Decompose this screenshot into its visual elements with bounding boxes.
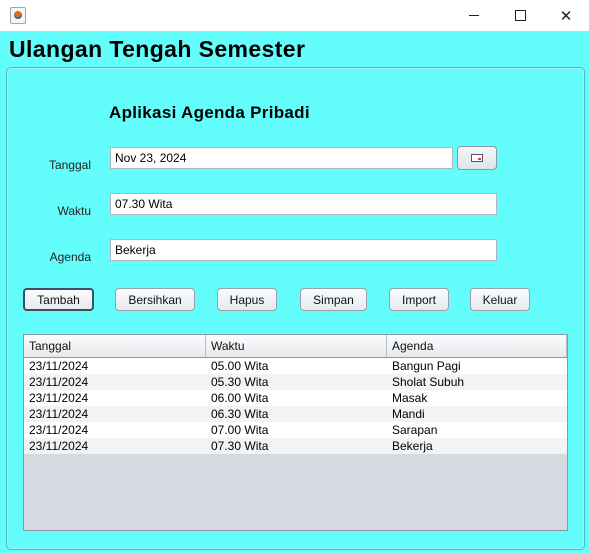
- cell-tanggal: 23/11/2024: [29, 439, 89, 453]
- table-row[interactable]: 23/11/2024 06.00 Wita Masak: [24, 390, 567, 406]
- import-button[interactable]: Import: [389, 288, 449, 311]
- waktu-label: Waktu: [57, 204, 91, 218]
- agenda-label: Agenda: [49, 250, 91, 264]
- maximize-button[interactable]: [497, 0, 543, 31]
- calendar-button[interactable]: [457, 146, 497, 170]
- tanggal-label: Tanggal: [48, 158, 91, 172]
- table-row[interactable]: 23/11/2024 07.00 Wita Sarapan: [24, 422, 567, 438]
- table-row[interactable]: 23/11/2024 05.00 Wita Bangun Pagi: [24, 358, 567, 374]
- page-title: Ulangan Tengah Semester: [9, 36, 306, 62]
- cell-waktu: 06.00 Wita: [211, 391, 269, 405]
- cell-waktu: 07.30 Wita: [211, 439, 269, 453]
- close-icon: ✕: [559, 6, 573, 25]
- table-body: 23/11/2024 05.00 Wita Bangun Pagi 23/11/…: [24, 358, 567, 454]
- calendar-icon: [471, 154, 483, 162]
- cell-agenda: Masak: [392, 391, 428, 405]
- simpan-button[interactable]: Simpan: [300, 288, 367, 311]
- maximize-icon: [514, 10, 526, 21]
- waktu-field[interactable]: 07.30 Wita: [110, 193, 497, 215]
- minimize-button[interactable]: [451, 0, 497, 31]
- cell-agenda: Bangun Pagi: [392, 359, 461, 373]
- keluar-button[interactable]: Keluar: [470, 288, 530, 311]
- hapus-button[interactable]: Hapus: [217, 288, 277, 311]
- minimize-icon: [469, 15, 479, 16]
- cell-waktu: 07.00 Wita: [211, 423, 269, 437]
- cell-waktu: 05.00 Wita: [211, 359, 269, 373]
- bersihkan-button[interactable]: Bersihkan: [115, 288, 195, 311]
- cell-agenda: Mandi: [392, 407, 425, 421]
- cell-tanggal: 23/11/2024: [29, 407, 89, 421]
- table-row[interactable]: 23/11/2024 07.30 Wita Bekerja: [24, 438, 567, 454]
- cell-agenda: Bekerja: [392, 439, 433, 453]
- cell-waktu: 05.30 Wita: [211, 375, 269, 389]
- column-header-tanggal[interactable]: Tanggal: [24, 335, 206, 357]
- tambah-button[interactable]: Tambah: [23, 288, 94, 311]
- agenda-field[interactable]: Bekerja: [110, 239, 497, 261]
- cell-tanggal: 23/11/2024: [29, 359, 89, 373]
- cell-tanggal: 23/11/2024: [29, 423, 89, 437]
- cell-tanggal: 23/11/2024: [29, 375, 89, 389]
- agenda-table[interactable]: Tanggal Waktu Agenda 23/11/2024 05.00 Wi…: [23, 334, 568, 531]
- table-row[interactable]: 23/11/2024 05.30 Wita Sholat Subuh: [24, 374, 567, 390]
- cell-agenda: Sarapan: [392, 423, 438, 437]
- java-icon: [10, 7, 26, 24]
- table-header: Tanggal Waktu Agenda: [24, 335, 567, 358]
- cell-tanggal: 23/11/2024: [29, 391, 89, 405]
- close-button[interactable]: ✕: [543, 0, 589, 31]
- tanggal-field[interactable]: Nov 23, 2024: [110, 147, 453, 169]
- title-bar: ✕: [0, 0, 589, 31]
- cell-waktu: 06.30 Wita: [211, 407, 269, 421]
- column-header-waktu[interactable]: Waktu: [206, 335, 387, 357]
- column-header-agenda[interactable]: Agenda: [387, 335, 567, 357]
- table-row[interactable]: 23/11/2024 06.30 Wita Mandi: [24, 406, 567, 422]
- app-title: Aplikasi Agenda Pribadi: [109, 103, 310, 122]
- cell-agenda: Sholat Subuh: [392, 375, 465, 389]
